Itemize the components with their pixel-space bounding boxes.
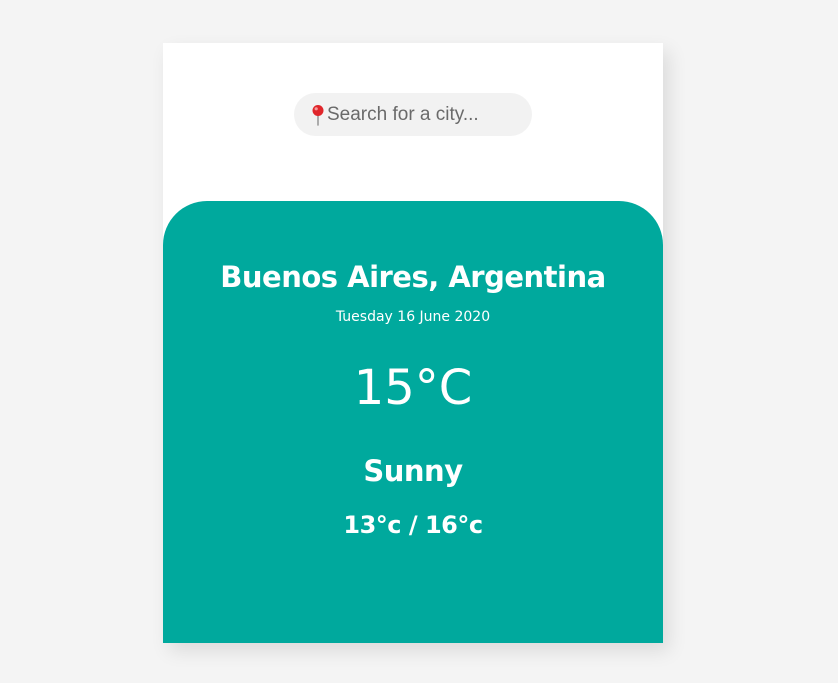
search-bar[interactable]: [294, 93, 532, 136]
date-label: Tuesday 16 June 2020: [335, 309, 491, 325]
weather-condition: Sunny: [363, 454, 463, 488]
map-pin-icon: [311, 104, 325, 126]
weather-panel: Buenos Aires, Argentina Tuesday 16 June …: [163, 201, 663, 643]
temperature-range: 13°c / 16°c: [343, 511, 483, 539]
current-temperature: 15°C: [353, 360, 473, 416]
weather-card: Buenos Aires, Argentina Tuesday 16 June …: [163, 43, 663, 643]
location-title: Buenos Aires, Argentina: [220, 260, 606, 294]
search-input[interactable]: [325, 103, 517, 126]
